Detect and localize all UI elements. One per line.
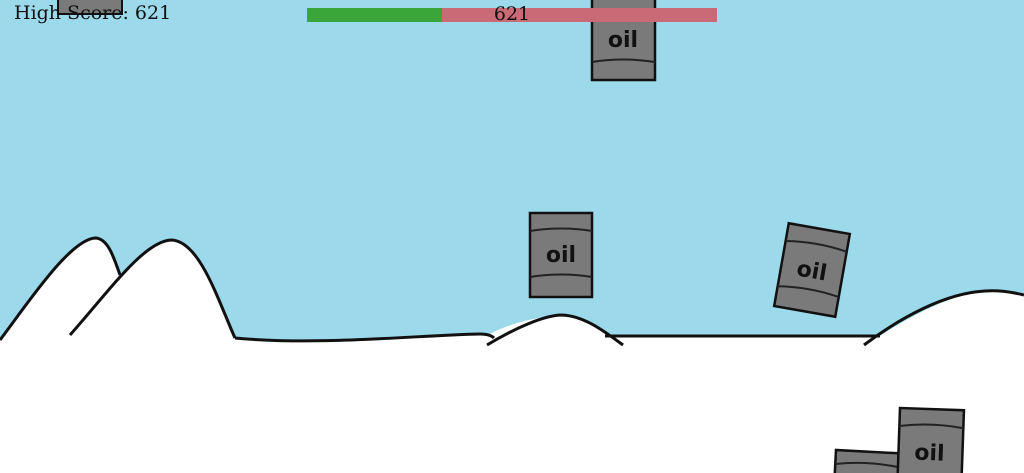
barrel-label: oil	[795, 257, 829, 287]
snow-terrain	[0, 238, 1024, 473]
barrel-label: oil	[608, 28, 638, 53]
barrel-label: oil	[546, 243, 576, 268]
high-score-value: 621	[134, 2, 172, 24]
oil-barrel-tilted[interactable]: oil	[772, 221, 852, 319]
barrel-label: oil	[914, 441, 945, 467]
progress-value: 621	[493, 3, 531, 25]
oil-barrel-middle[interactable]: oil	[528, 211, 594, 299]
game-scene: oil oil oil oil	[0, 0, 1024, 473]
high-score-label: High Score:	[14, 2, 129, 24]
high-score: High Score: 621	[14, 2, 177, 24]
oil-barrel-bottom-small[interactable]	[832, 448, 902, 473]
oil-barrel-bottom-right[interactable]: oil	[895, 406, 966, 473]
